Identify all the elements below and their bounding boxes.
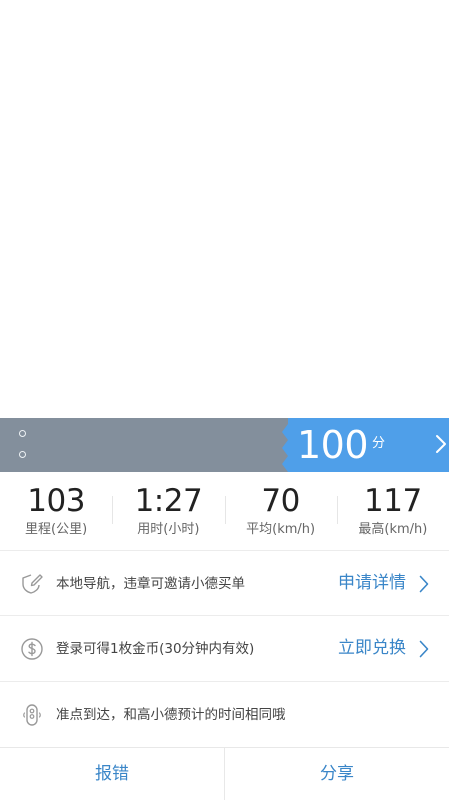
redeem-now-link[interactable]: 立即兑换 (338, 636, 406, 660)
traffic-light-icon (20, 703, 44, 727)
report-error-button[interactable]: 报错 (0, 748, 224, 800)
gold-coin-text: 登录可得1枚金币(30分钟内有效) (56, 641, 255, 657)
chevron-right-icon (419, 575, 429, 597)
driving-score-value: 100 (297, 423, 369, 467)
stat-value: 103 (27, 483, 85, 519)
chevron-right-icon (419, 640, 429, 662)
dollar-coin-icon (20, 637, 44, 661)
arrival-accuracy-text: 准点到达，和高小德预计的时间相同哦 (56, 707, 286, 723)
apply-details-link[interactable]: 申请详情 (338, 571, 406, 595)
trip-stats: 103 里程(公里) 1:27 用时(小时) 70 平均(km/h) 117 最… (0, 474, 449, 548)
end-point-icon (19, 451, 26, 458)
driving-score-panel[interactable]: 100 分 (278, 418, 449, 472)
stat-value: 70 (261, 483, 300, 519)
share-button[interactable]: 分享 (224, 748, 449, 800)
stat-label: 里程(公里) (25, 522, 88, 537)
violation-coverage-row[interactable]: 本地导航，违章可邀请小德买单 申请详情 (0, 550, 449, 616)
gold-coin-row[interactable]: 登录可得1枚金币(30分钟内有效) 立即兑换 (0, 616, 449, 682)
arrival-accuracy-row: 准点到达，和高小德预计的时间相同哦 (0, 682, 449, 748)
stat-label: 最高(km/h) (358, 522, 428, 537)
stat-duration: 1:27 用时(小时) (112, 474, 224, 548)
stat-label: 用时(小时) (137, 522, 200, 537)
stat-distance: 103 里程(公里) (0, 474, 112, 548)
violation-coverage-text: 本地导航，违章可邀请小德买单 (56, 576, 245, 592)
shield-pen-icon (20, 572, 44, 596)
stat-label: 平均(km/h) (246, 522, 316, 537)
map-area[interactable] (0, 0, 449, 418)
driving-score-unit: 分 (372, 436, 386, 451)
stat-value: 1:27 (134, 483, 203, 519)
stat-value: 117 (364, 483, 422, 519)
route-summary-bar: 100 分 (0, 418, 449, 472)
route-endpoints-panel (0, 418, 300, 472)
stat-max-speed: 117 最高(km/h) (336, 474, 449, 548)
start-point-icon (19, 430, 26, 437)
bottom-action-bar: 报错 分享 (0, 747, 449, 800)
stat-average-speed: 70 平均(km/h) (224, 474, 337, 548)
